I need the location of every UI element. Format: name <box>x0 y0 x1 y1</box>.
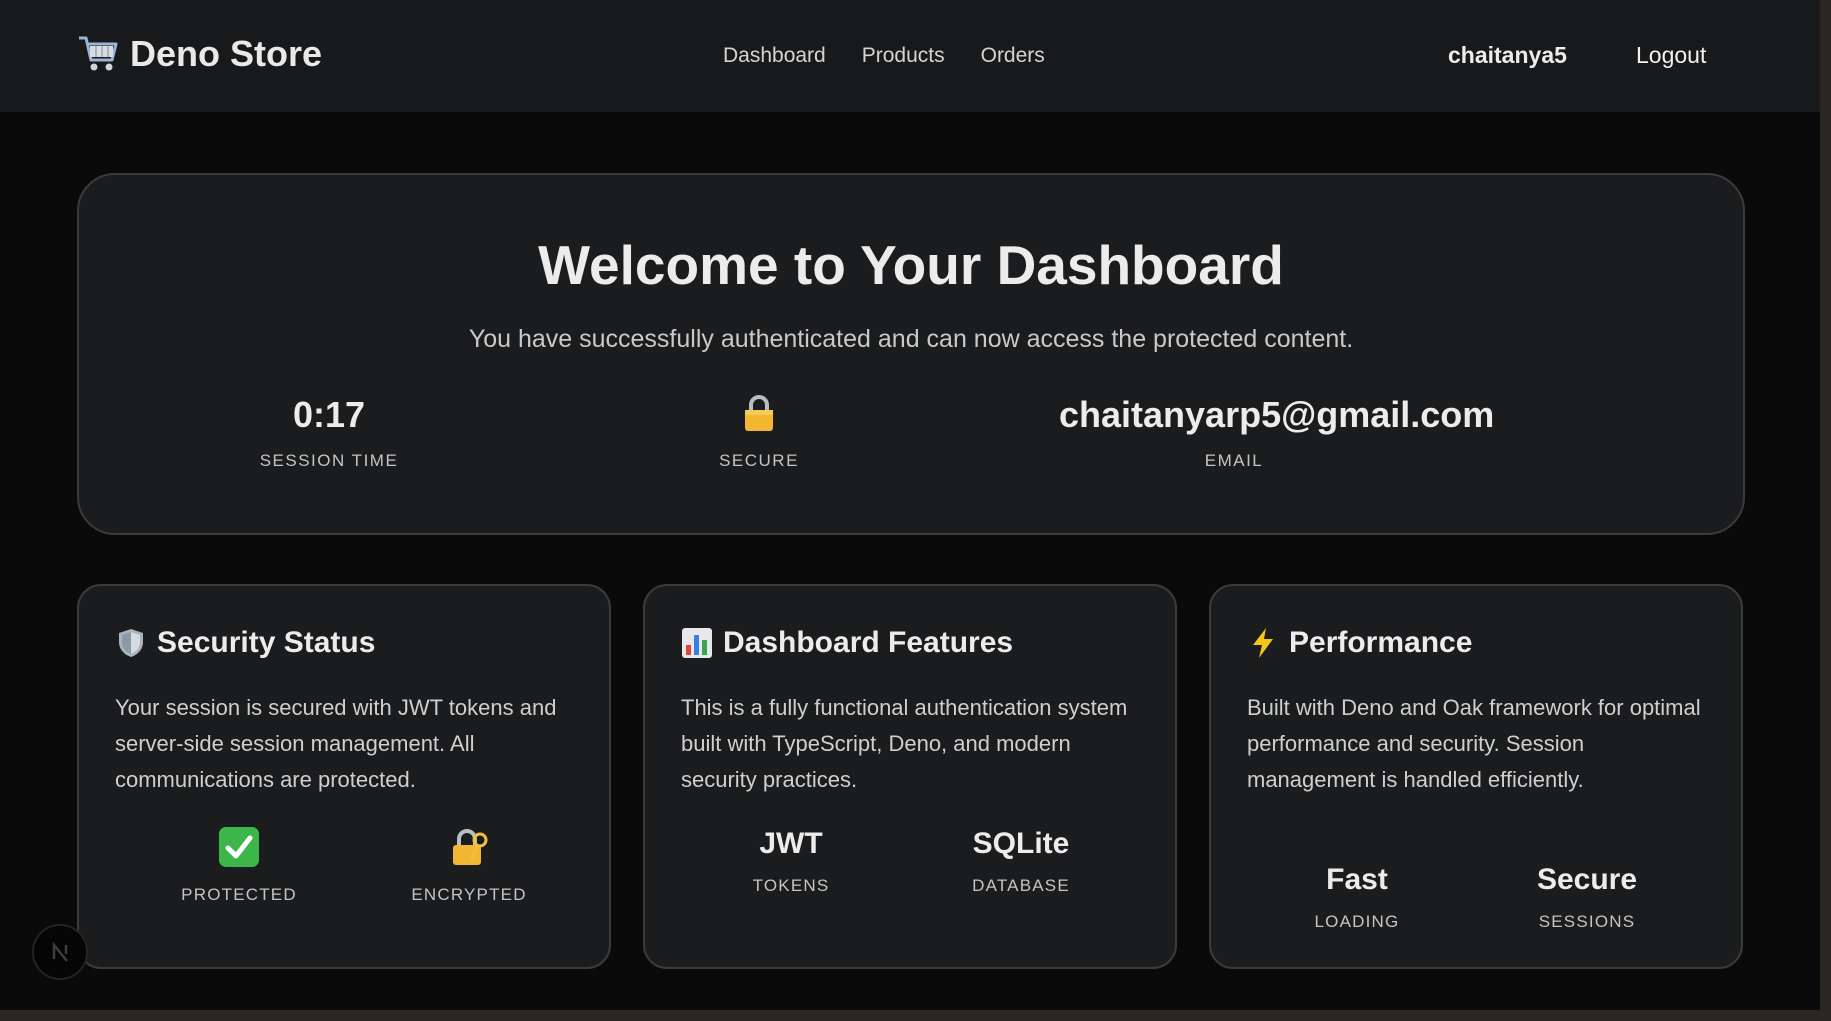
secure-label: SECURE <box>719 451 799 470</box>
brand[interactable]: Deno Store <box>76 32 322 76</box>
session-time-value: 0:17 <box>292 394 366 435</box>
card-description: Your session is secured with JWT tokens … <box>115 695 557 792</box>
encrypted-indicator: ENCRYPTED <box>369 826 569 905</box>
welcome-subtitle: You have successfully authenticated and … <box>468 325 1354 353</box>
sqlite-value: SQLite <box>972 827 1070 860</box>
loading-label: LOADING <box>1314 912 1400 931</box>
sqlite-indicator: SQLite DATABASE <box>921 824 1121 896</box>
email-label: EMAIL <box>1204 451 1264 470</box>
session-time-stat: 0:17 SESSION TIME <box>249 393 409 471</box>
lock-with-key-icon <box>453 829 488 865</box>
current-username[interactable]: chaitanya5 <box>1448 42 1567 69</box>
protected-label: PROTECTED <box>181 885 297 904</box>
card-description: Built with Deno and Oak framework for op… <box>1247 695 1701 792</box>
nav-dashboard-link[interactable]: Dashboard <box>723 44 826 68</box>
brand-name: Deno Store <box>130 33 323 74</box>
card-header: Security Status <box>115 626 375 660</box>
card-header: Dashboard Features <box>681 626 1013 660</box>
fast-value: Fast <box>1326 863 1388 896</box>
sessions-label: SESSIONS <box>1538 912 1636 931</box>
shield-icon <box>119 629 143 657</box>
nav-products-link[interactable]: Products <box>862 44 945 68</box>
dev-tools-indicator-button[interactable] <box>32 924 88 980</box>
check-mark-icon <box>219 827 259 867</box>
nav-orders-link[interactable]: Orders <box>981 44 1045 68</box>
fast-indicator: Fast LOADING <box>1257 860 1457 932</box>
encrypted-label: ENCRYPTED <box>411 885 527 904</box>
secure-stat: SECURE <box>699 393 819 471</box>
card-header: Performance <box>1247 626 1472 660</box>
bar-chart-icon <box>682 628 712 658</box>
security-status-card: Security Status Your session is secured … <box>77 584 611 969</box>
session-time-label: SESSION TIME <box>259 451 399 470</box>
email-stat: chaitanyarp5@gmail.com EMAIL <box>1059 393 1495 471</box>
nextjs-logo-icon <box>52 941 68 962</box>
card-title: Dashboard Features <box>723 626 1014 659</box>
page-title: Welcome to Your Dashboard <box>538 234 1284 296</box>
page: Deno Store Dashboard Products Orders cha… <box>0 0 1820 1010</box>
jwt-indicator: JWT TOKENS <box>691 824 891 896</box>
welcome-card: Welcome to Your Dashboard You have succe… <box>77 173 1745 535</box>
tokens-label: TOKENS <box>752 876 830 895</box>
main-nav: Dashboard Products Orders <box>723 44 1045 68</box>
shopping-cart-icon <box>79 36 118 71</box>
logout-button[interactable]: Logout <box>1636 42 1706 69</box>
email-value: chaitanyarp5@gmail.com <box>1059 394 1495 435</box>
secure-sessions-indicator: Secure SESSIONS <box>1487 860 1687 932</box>
database-label: DATABASE <box>972 876 1070 895</box>
top-navbar: Deno Store Dashboard Products Orders cha… <box>0 0 1820 112</box>
dashboard-features-card: Dashboard Features This is a fully funct… <box>643 584 1177 969</box>
card-title: Performance <box>1289 626 1473 659</box>
protected-indicator: PROTECTED <box>139 826 339 905</box>
secure-icon-wrap <box>699 393 819 437</box>
card-description: This is a fully functional authenticatio… <box>681 695 1128 792</box>
card-title: Security Status <box>157 626 376 659</box>
secure-value: Secure <box>1536 863 1638 896</box>
lightning-icon <box>1253 628 1273 658</box>
lock-icon <box>745 395 773 431</box>
performance-card: Performance Built with Deno and Oak fram… <box>1209 584 1743 969</box>
jwt-value: JWT <box>759 827 823 860</box>
